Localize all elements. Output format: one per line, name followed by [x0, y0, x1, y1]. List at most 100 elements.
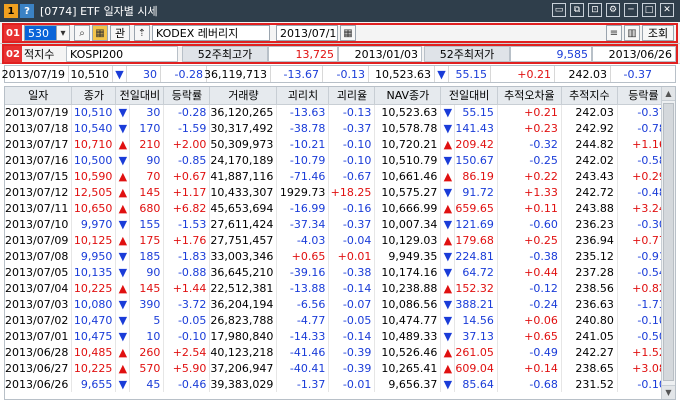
gap-rate-cell: -0.07 — [328, 296, 376, 312]
gap-cell: -38.78 — [276, 120, 330, 136]
volume-cell: 33,003,346 — [209, 248, 278, 264]
vertical-scrollbar[interactable]: ▲ ▼ — [661, 87, 675, 399]
down-arrow-icon: ▼ — [115, 296, 131, 312]
date-cell: 2013/07/19 — [5, 104, 73, 120]
table-row[interactable]: 2013/06/27 10,225 ▲ 570 +5.90 37,206,947 -40.4… — [5, 360, 670, 376]
column-header[interactable]: 추적오차율 — [497, 87, 562, 105]
table-row[interactable]: 2013/07/08 9,950 ▼ 185 -1.83 33,003,346 +0.65 +… — [5, 248, 670, 264]
close-cell: 10,485 — [71, 344, 117, 360]
nav-change-cell: 388.21 — [454, 296, 498, 312]
table-row[interactable]: 2013/07/18 10,540 ▼ 170 -1.59 30,317,492 -38.7… — [5, 120, 670, 136]
gap-rate-cell: +0.01 — [328, 248, 376, 264]
daily-price-grid: 일자 종가 전일대비 등락률 거래량 괴리치 괴리율 NAV종가 전일대비 추적오차율 추적지수 등락… — [4, 86, 676, 400]
down-arrow-icon: ▼ — [440, 120, 456, 136]
volume-cell: 10,433,307 — [209, 184, 278, 200]
down-arrow-icon: ▼ — [440, 184, 456, 200]
change-cell: 30 — [129, 104, 165, 120]
change-cell: 680 — [129, 200, 165, 216]
summary-nav-change: 55.15 — [449, 66, 491, 82]
table-row[interactable]: 2013/07/05 10,135 ▼ 90 -0.88 36,645,210 -39.16… — [5, 264, 670, 280]
table-row[interactable]: 2013/06/26 9,655 ▼ 45 -0.46 39,383,029 -1.37 -0… — [5, 376, 670, 392]
track-error-cell: +0.23 — [497, 120, 562, 136]
dock-icon[interactable]: ▭ — [552, 3, 566, 17]
column-header[interactable]: 등락률 — [163, 87, 211, 105]
table-row[interactable]: 2013/07/09 10,125 ▲ 175 +1.76 27,751,457 -4.03… — [5, 232, 670, 248]
nav-change-cell: 609.04 — [454, 360, 498, 376]
screenshot-icon[interactable]: ⊡ — [588, 3, 602, 17]
column-header[interactable]: 추적지수 — [561, 87, 618, 105]
table-row[interactable]: 2013/07/15 10,590 ▲ 70 +0.67 41,887,116 -71.46… — [5, 168, 670, 184]
change-cell: 145 — [129, 184, 165, 200]
table-row[interactable]: 2013/07/02 10,470 ▼ 5 -0.05 26,823,788 -4.77 -0… — [5, 312, 670, 328]
scroll-down-icon[interactable]: ▼ — [662, 385, 675, 399]
summary-track-rate: -0.37 — [623, 67, 652, 81]
minimize-icon[interactable]: ─ — [624, 3, 638, 17]
table-row[interactable]: 2013/07/10 9,970 ▼ 155 -1.53 27,611,424 -37.34… — [5, 216, 670, 232]
track-error-cell: +0.25 — [497, 232, 562, 248]
gap-rate-cell: -0.05 — [328, 312, 376, 328]
close-cell: 10,590 — [71, 168, 117, 184]
summary-rate: -0.28 — [161, 66, 207, 82]
volume-cell: 24,170,189 — [209, 152, 278, 168]
nav-change-cell: 85.64 — [454, 376, 498, 392]
summary-volume: 36,119,713 — [204, 66, 271, 82]
nav-change-cell: 224.81 — [454, 248, 498, 264]
help-icon[interactable]: ? — [20, 4, 34, 18]
gap-rate-cell: -0.38 — [328, 264, 376, 280]
gap-rate-cell: -0.67 — [328, 168, 376, 184]
track-index-cell: 242.02 — [561, 152, 618, 168]
column-header[interactable]: 전일대비 — [115, 87, 165, 105]
nav-cell: 10,238.88 — [374, 280, 442, 296]
table-row[interactable]: 2013/06/28 10,485 ▲ 260 +2.54 40,123,218 -41.4… — [5, 344, 670, 360]
track-index-cell: 235.12 — [561, 248, 618, 264]
gap-cell: -16.99 — [276, 200, 330, 216]
column-header[interactable]: 거래량 — [209, 87, 278, 105]
column-header[interactable]: 괴리치 — [276, 87, 330, 105]
date-cell: 2013/07/15 — [5, 168, 73, 184]
table-row[interactable]: 2013/07/16 10,500 ▼ 90 -0.85 24,170,189 -10.79… — [5, 152, 670, 168]
down-arrow-icon: ▼ — [115, 248, 131, 264]
table-row[interactable]: 2013/07/04 10,225 ▲ 145 +1.44 22,512,381 -13.8… — [5, 280, 670, 296]
column-header[interactable]: 전일대비 — [440, 87, 498, 105]
gap-rate-cell: -0.14 — [328, 328, 376, 344]
copy-window-icon[interactable]: ⧉ — [570, 3, 584, 17]
settings-icon[interactable]: ⚙ — [606, 3, 620, 17]
down-arrow-icon: ▼ — [115, 328, 131, 344]
table-row[interactable]: 2013/07/17 10,710 ▲ 210 +2.00 50,309,973 -10.2… — [5, 136, 670, 152]
nav-change-cell: 14.56 — [454, 312, 498, 328]
daily-price-table: 일자 종가 전일대비 등락률 거래량 괴리치 괴리율 NAV종가 전일대비 추적오차율 추적지수 등락… — [5, 87, 670, 392]
track-index-cell: 242.03 — [561, 104, 618, 120]
column-header[interactable]: 일자 — [5, 87, 73, 105]
close-cell: 10,540 — [71, 120, 117, 136]
gap-cell: -6.56 — [276, 296, 330, 312]
volume-cell: 27,611,424 — [209, 216, 278, 232]
track-error-cell: +0.11 — [497, 200, 562, 216]
column-header[interactable]: NAV종가 — [374, 87, 442, 105]
table-row[interactable]: 2013/07/03 10,080 ▼ 390 -3.72 36,204,194 -6.56… — [5, 296, 670, 312]
rate-cell: +6.82 — [163, 200, 211, 216]
column-header[interactable]: 괴리율 — [328, 87, 376, 105]
track-error-cell: -0.68 — [497, 376, 562, 392]
table-row[interactable]: 2013/07/12 12,505 ▲ 145 +1.17 10,433,307 1929.… — [5, 184, 670, 200]
down-arrow-icon: ▼ — [440, 216, 456, 232]
down-arrow-icon: ▼ — [440, 248, 456, 264]
up-arrow-icon: ▲ — [440, 200, 456, 216]
scroll-thumb[interactable] — [663, 103, 674, 381]
table-row[interactable]: 2013/07/11 10,650 ▲ 680 +6.82 45,653,694 -16.9… — [5, 200, 670, 216]
gap-cell: -10.79 — [276, 152, 330, 168]
table-row[interactable]: 2013/07/01 10,475 ▼ 10 -0.10 17,980,840 -14.33… — [5, 328, 670, 344]
gap-cell: -14.33 — [276, 328, 330, 344]
close-icon[interactable]: ✕ — [660, 3, 674, 17]
close-cell: 9,655 — [71, 376, 117, 392]
date-cell: 2013/07/09 — [5, 232, 73, 248]
rate-cell: +1.76 — [163, 232, 211, 248]
volume-cell: 50,309,973 — [209, 136, 278, 152]
maximize-icon[interactable]: □ — [642, 3, 656, 17]
scroll-up-icon[interactable]: ▲ — [662, 87, 675, 101]
table-row[interactable]: 2013/07/19 10,510 ▼ 30 -0.28 36,120,265 -13.63… — [5, 104, 670, 120]
down-arrow-icon: ▼ — [115, 104, 131, 120]
track-index-cell: 243.88 — [561, 200, 618, 216]
rate-cell: -0.28 — [163, 104, 211, 120]
column-header[interactable]: 종가 — [71, 87, 117, 105]
summary-track-error: +0.21 — [491, 66, 555, 82]
